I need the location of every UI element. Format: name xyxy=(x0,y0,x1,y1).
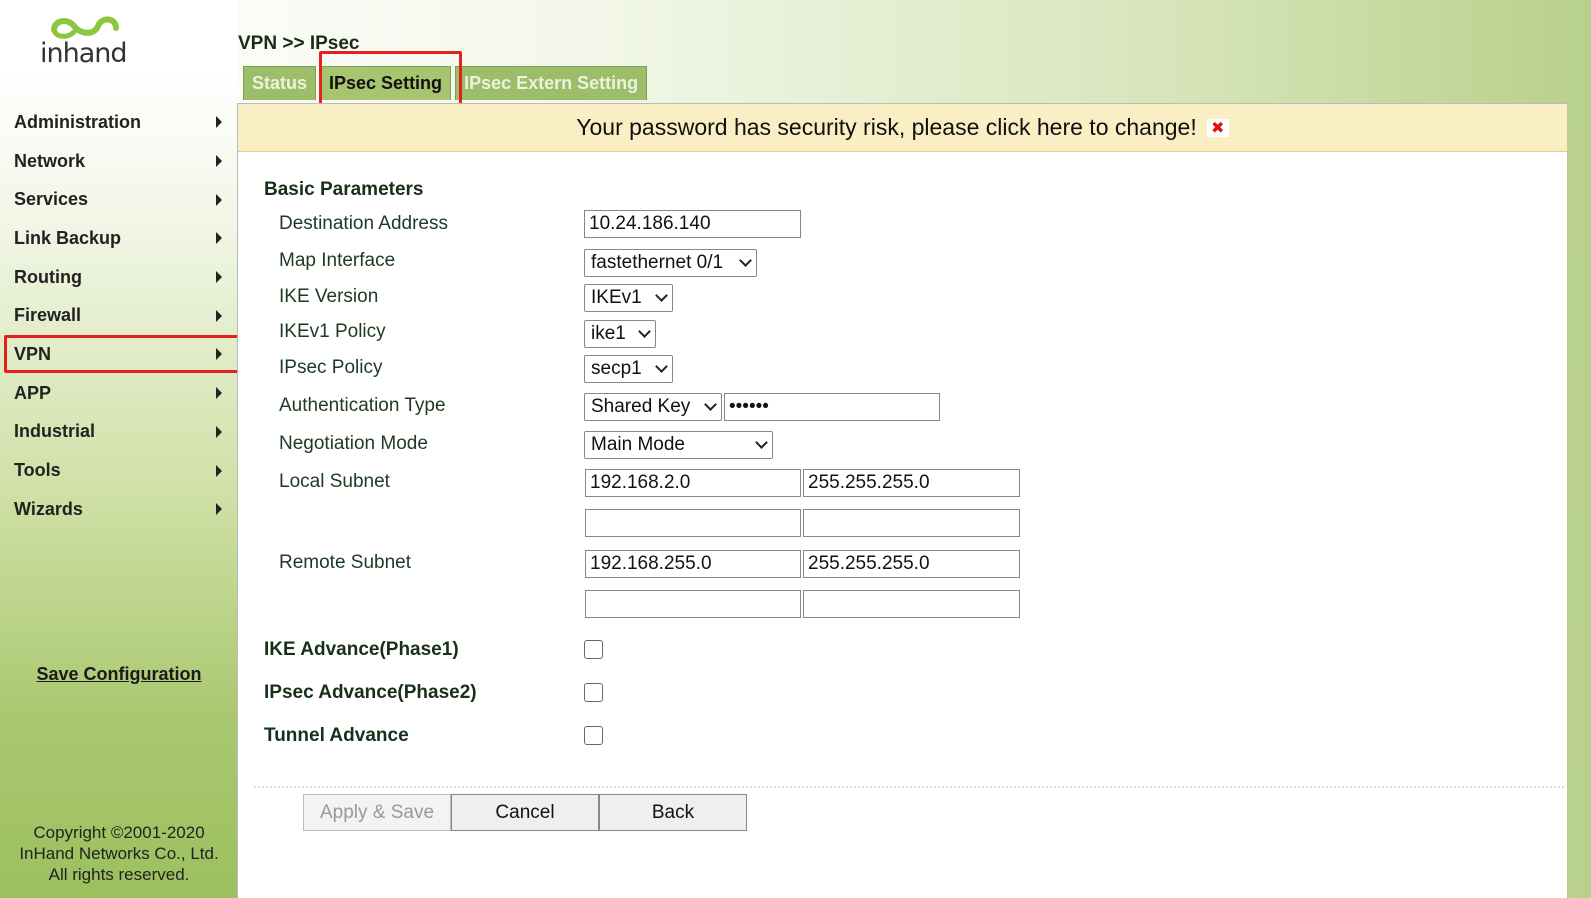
remote-subnet-ip-input[interactable]: 192.168.255.0 xyxy=(585,550,801,578)
sidebar-item-label: Wizards xyxy=(14,498,83,519)
remote-subnet-mask-input[interactable]: 255.255.255.0 xyxy=(803,550,1020,578)
tunnel-advance-label: Tunnel Advance xyxy=(264,725,409,746)
chevron-down-icon xyxy=(655,360,668,373)
ipsec-advance-label: IPsec Advance(Phase2) xyxy=(264,682,477,703)
local-subnet-mask-input[interactable]: 255.255.255.0 xyxy=(803,469,1020,497)
sidebar-item-industrial[interactable]: Industrial xyxy=(0,413,238,452)
ipsec-advance-checkbox[interactable] xyxy=(584,683,603,702)
local-subnet-ip-input-2[interactable] xyxy=(585,509,801,537)
negotiation-mode-label: Negotiation Mode xyxy=(279,433,428,454)
authentication-type-label: Authentication Type xyxy=(279,395,446,416)
caret-right-icon xyxy=(216,309,222,322)
back-button[interactable]: Back xyxy=(599,794,747,831)
tunnel-advance-checkbox[interactable] xyxy=(584,726,603,745)
caret-right-icon xyxy=(216,232,222,245)
sidebar-item-label: Industrial xyxy=(14,421,96,442)
password-warning-banner[interactable]: Your password has security risk, please … xyxy=(238,104,1567,152)
tab-ipsec-extern-setting[interactable]: IPsec Extern Setting xyxy=(455,66,648,100)
sidebar-item-firewall[interactable]: Firewall xyxy=(0,296,238,335)
ipsec-policy-select[interactable]: secp1 xyxy=(584,355,673,383)
chevron-down-icon xyxy=(704,398,717,411)
chevron-down-icon xyxy=(739,254,752,267)
copyright-line: InHand Networks Co., Ltd. xyxy=(19,844,219,863)
caret-right-icon xyxy=(216,155,222,168)
sidebar-item-services[interactable]: Services xyxy=(0,180,238,219)
select-value: IKEv1 xyxy=(591,287,642,308)
remote-subnet-ip-input-2[interactable] xyxy=(585,590,801,618)
ike-version-select[interactable]: IKEv1 xyxy=(584,284,673,312)
sidebar-item-link-backup[interactable]: Link Backup xyxy=(0,219,238,258)
ikev1-policy-select[interactable]: ike1 xyxy=(584,320,656,348)
divider xyxy=(254,786,1564,788)
select-value: fastethernet 0/1 xyxy=(591,252,724,273)
caret-right-icon xyxy=(216,503,222,516)
sidebar-item-label: Network xyxy=(14,150,86,171)
copyright-line: Copyright ©2001-2020 xyxy=(33,823,205,842)
ike-advance-label: IKE Advance(Phase1) xyxy=(264,639,459,660)
map-interface-select[interactable]: fastethernet 0/1 xyxy=(584,249,757,277)
caret-right-icon xyxy=(216,425,222,438)
caret-right-icon xyxy=(216,116,222,129)
sidebar-item-wizards[interactable]: Wizards xyxy=(0,490,238,529)
close-icon[interactable]: ✖ xyxy=(1206,118,1229,137)
select-value: ike1 xyxy=(591,323,626,344)
map-interface-label: Map Interface xyxy=(279,250,396,271)
apply-save-button[interactable]: Apply & Save xyxy=(303,794,451,831)
select-value: Shared Key xyxy=(591,396,691,417)
breadcrumb: VPN >> IPsec xyxy=(238,33,360,54)
sidebar-item-label: Services xyxy=(14,189,89,210)
remote-subnet-label: Remote Subnet xyxy=(279,552,412,573)
tab-bar: Status IPsec Setting IPsec Extern Settin… xyxy=(243,66,648,100)
destination-label: Destination Address xyxy=(279,213,448,234)
sidebar-menu: Administration Network Services Link Bac… xyxy=(0,103,240,529)
select-value: secp1 xyxy=(591,358,642,379)
sidebar-item-label: Link Backup xyxy=(14,227,122,248)
content-panel: Your password has security risk, please … xyxy=(237,103,1567,898)
tab-ipsec-setting[interactable]: IPsec Setting xyxy=(320,66,452,100)
sidebar-item-label: Administration xyxy=(14,111,142,132)
inhand-logo: inhand xyxy=(40,14,128,82)
ike-version-label: IKE Version xyxy=(279,286,379,307)
ike-advance-checkbox[interactable] xyxy=(584,640,603,659)
shared-key-input[interactable]: •••••• xyxy=(724,393,940,421)
sidebar-item-label: Routing xyxy=(14,266,82,287)
caret-right-icon xyxy=(216,464,222,477)
cancel-button[interactable]: Cancel xyxy=(451,794,599,831)
copyright-line: All rights reserved. xyxy=(48,865,190,884)
sidebar-item-label: APP xyxy=(14,382,52,403)
sidebar-item-network[interactable]: Network xyxy=(0,142,238,181)
caret-right-icon xyxy=(216,387,222,400)
sidebar-item-vpn[interactable]: VPN xyxy=(0,335,240,374)
chevron-down-icon xyxy=(655,289,668,302)
copyright: Copyright ©2001-2020 InHand Networks Co.… xyxy=(0,822,238,885)
sidebar: inhand Administration Network Services L… xyxy=(0,0,240,898)
logo-text: inhand xyxy=(40,38,128,69)
select-value: Main Mode xyxy=(591,434,685,455)
sidebar-item-routing[interactable]: Routing xyxy=(0,258,238,297)
save-configuration-link[interactable]: Save Configuration xyxy=(0,664,238,685)
sidebar-item-tools[interactable]: Tools xyxy=(0,451,238,490)
ipsec-policy-label: IPsec Policy xyxy=(279,357,383,378)
caret-right-icon xyxy=(216,271,222,284)
caret-right-icon xyxy=(216,348,222,361)
chevron-down-icon xyxy=(638,325,651,338)
local-subnet-ip-input[interactable]: 192.168.2.0 xyxy=(585,469,801,497)
caret-right-icon xyxy=(216,193,222,206)
remote-subnet-mask-input-2[interactable] xyxy=(803,590,1020,618)
negotiation-mode-select[interactable]: Main Mode xyxy=(584,431,773,459)
sidebar-item-administration[interactable]: Administration xyxy=(0,103,238,142)
destination-address-input[interactable]: 10.24.186.140 xyxy=(584,210,801,238)
sidebar-item-label: Tools xyxy=(14,460,61,481)
tab-status[interactable]: Status xyxy=(243,66,317,100)
sidebar-item-label: Firewall xyxy=(14,305,82,326)
sidebar-item-label: VPN xyxy=(14,343,52,364)
section-title-basic: Basic Parameters xyxy=(264,179,424,200)
ikev1-policy-label: IKEv1 Policy xyxy=(279,321,386,342)
authentication-type-select[interactable]: Shared Key xyxy=(584,393,722,421)
local-subnet-mask-input-2[interactable] xyxy=(803,509,1020,537)
sidebar-item-app[interactable]: APP xyxy=(0,374,238,413)
warning-text: Your password has security risk, please … xyxy=(576,114,1197,140)
chevron-down-icon xyxy=(755,436,768,449)
local-subnet-label: Local Subnet xyxy=(279,471,390,492)
